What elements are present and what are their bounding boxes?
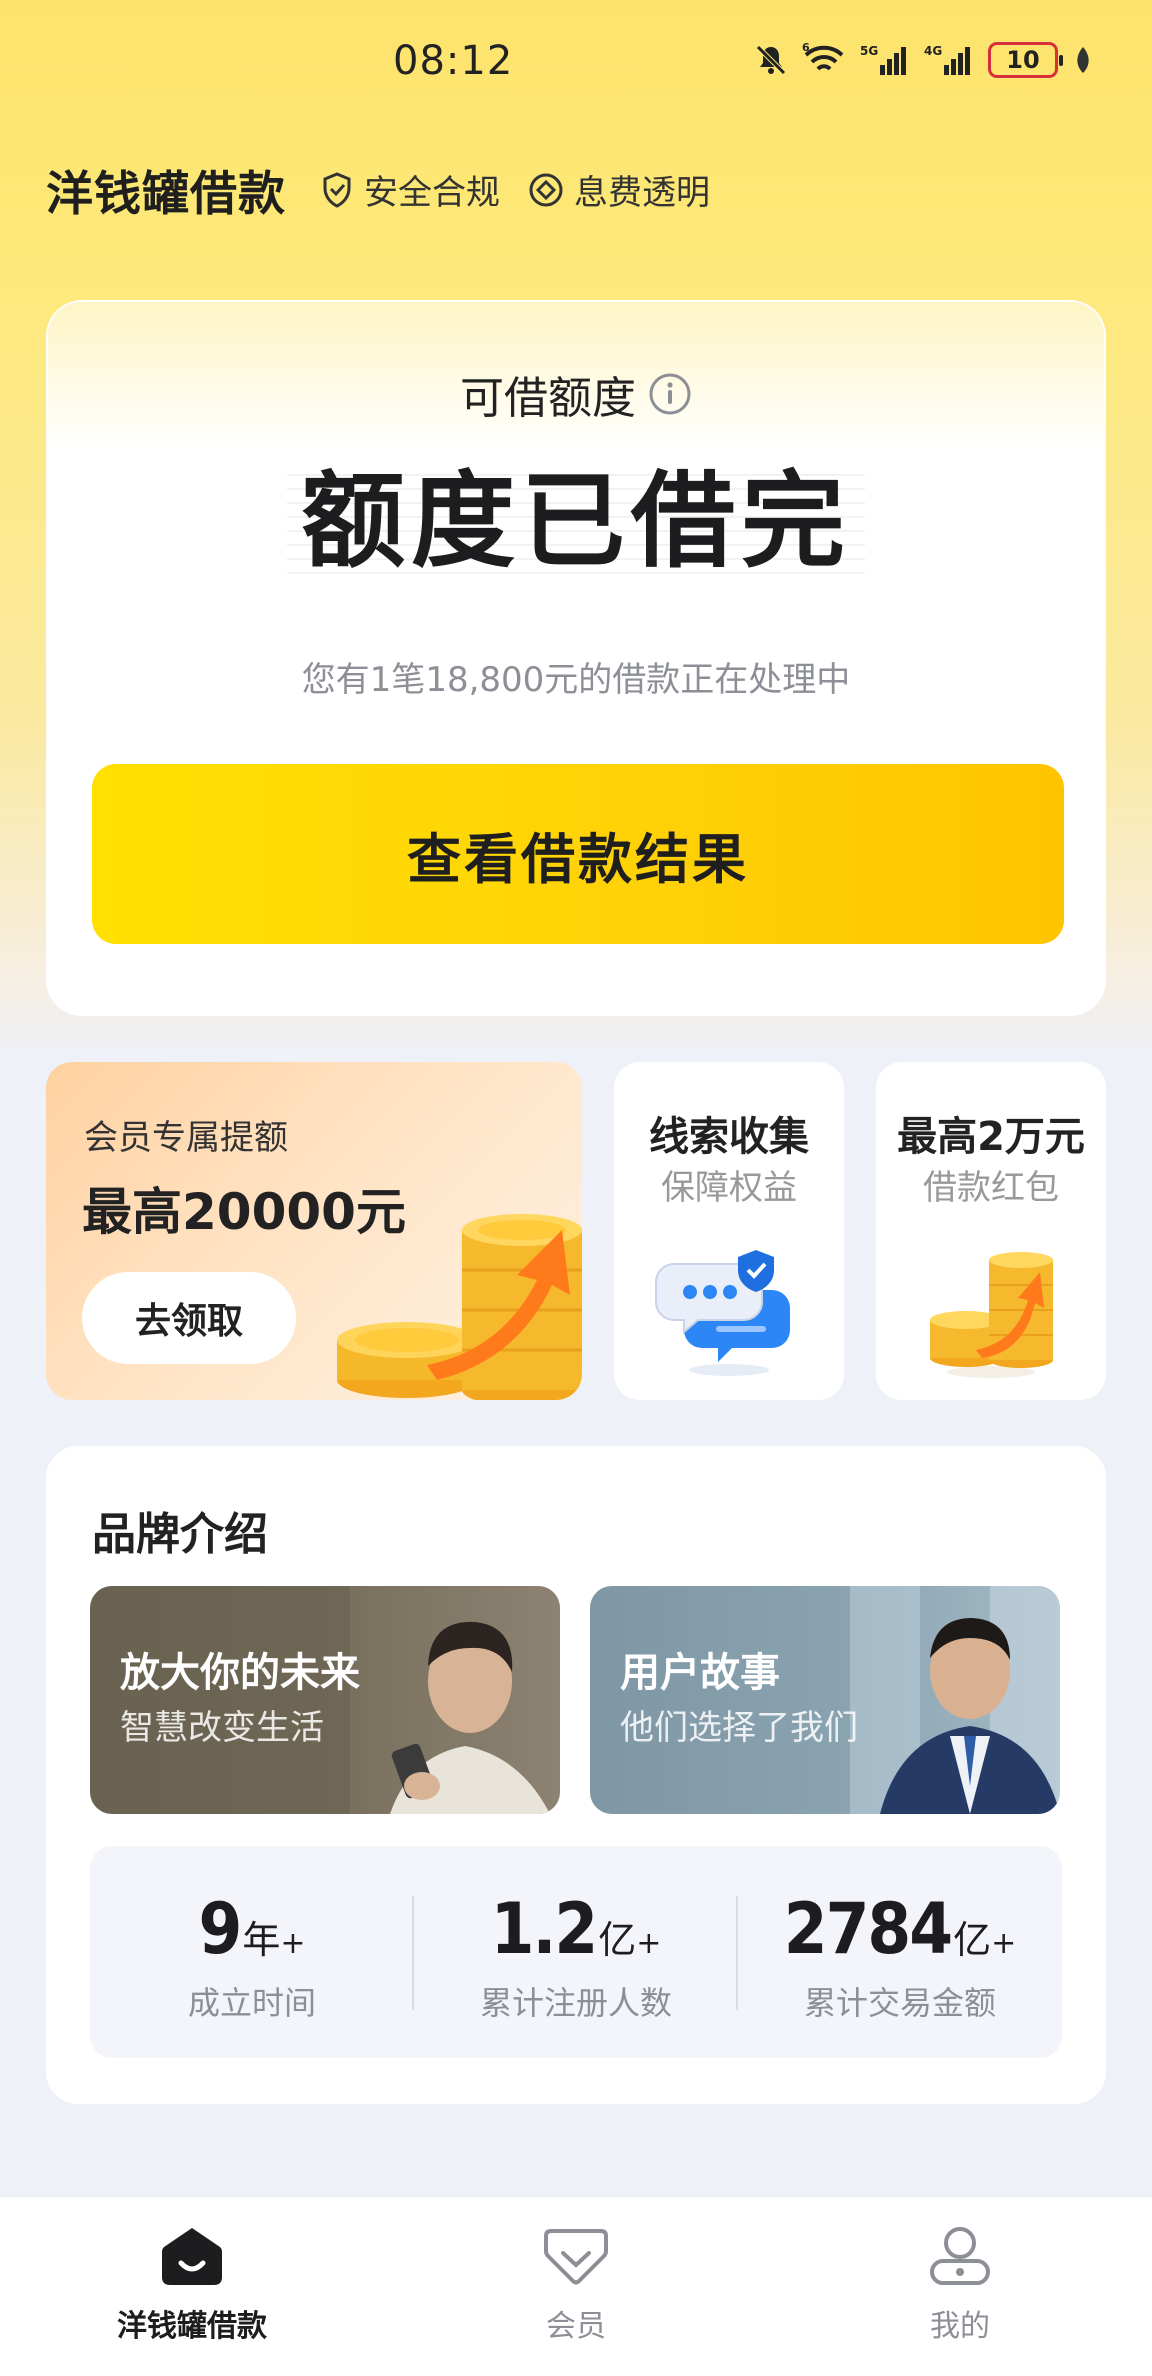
stat-number: 9 xyxy=(198,1888,243,1970)
svg-text:4G: 4G xyxy=(924,44,942,58)
brand-introduction: 品牌介绍 放大你的未来 智慧改变生活 用户故事 他们选择了我们 9 年 + 成立… xyxy=(46,1446,1106,2104)
credit-label-row: 可借额度 xyxy=(48,362,1104,426)
stat-plus: + xyxy=(991,1926,1017,1961)
section-title: 品牌介绍 xyxy=(92,1509,268,1560)
signal-5g-icon: 5G xyxy=(860,44,906,75)
profile-icon xyxy=(930,2227,990,2285)
nav-item-loan[interactable]: 洋钱罐借款 xyxy=(72,2225,312,2345)
mini-card-title: 线索收集 xyxy=(649,1114,809,1160)
mini-card-subtitle: 保障权益 xyxy=(661,1168,797,1208)
story-card-users[interactable]: 用户故事 他们选择了我们 xyxy=(590,1586,1060,1814)
businessman-image xyxy=(850,1586,1060,1814)
stat-plus: + xyxy=(636,1926,662,1961)
claim-button[interactable]: 去领取 xyxy=(82,1272,296,1364)
signal-4g-icon: 4G xyxy=(924,44,970,75)
promo-row: 会员专属提额 最高20000元 去领取 线索收集 保障权益 最高2万元 借款红包 xyxy=(46,1062,1106,1400)
mini-card-subtitle: 借款红包 xyxy=(923,1168,1059,1208)
nav-label: 我的 xyxy=(930,2309,990,2344)
credit-status-wrap: 额度已借完 xyxy=(48,462,1104,580)
info-icon[interactable] xyxy=(648,372,692,416)
coins-arrow-icon xyxy=(337,1214,582,1400)
status-icons: 6 5G 4G 10 xyxy=(754,42,1094,78)
nav-item-profile[interactable]: 我的 xyxy=(840,2225,1080,2345)
coins-icon xyxy=(930,1252,1053,1378)
svg-text:5G: 5G xyxy=(860,44,878,58)
red-packet-card[interactable]: 最高2万元 借款红包 xyxy=(876,1062,1106,1400)
nav-label: 会员 xyxy=(546,2309,606,2344)
tag-security-label: 安全合规 xyxy=(364,173,500,213)
stat-label: 累计注册人数 xyxy=(479,1984,672,2022)
battery-indicator: 10 xyxy=(988,42,1063,78)
stat-plus: + xyxy=(280,1926,306,1961)
credit-label: 可借额度 xyxy=(460,373,636,424)
clue-collection-card[interactable]: 线索收集 保障权益 xyxy=(614,1062,844,1400)
stat-unit: 年 xyxy=(242,1918,281,1962)
stat-founded: 9 年 + 成立时间 xyxy=(90,1888,414,2024)
stat-value: 2784 亿 + xyxy=(738,1888,1062,1970)
app-header: 洋钱罐借款 安全合规 息费透明 xyxy=(46,155,710,224)
diamond-icon xyxy=(529,173,563,206)
stat-unit: 亿 xyxy=(953,1918,992,1962)
mini-card-title: 最高2万元 xyxy=(897,1114,1085,1160)
member-limit-promo[interactable]: 会员专属提额 最高20000元 去领取 xyxy=(46,1062,582,1400)
stat-registered-users: 1.2 亿 + 累计注册人数 xyxy=(414,1888,738,2024)
stats-box: 9 年 + 成立时间 1.2 亿 + 累计注册人数 2784 亿 + 累计交易金… xyxy=(90,1846,1062,2058)
story-card-future[interactable]: 放大你的未来 智慧改变生活 xyxy=(90,1586,560,1814)
story-subtitle: 智慧改变生活 xyxy=(120,1708,324,1748)
member-icon xyxy=(544,2229,608,2285)
home-icon xyxy=(162,2228,222,2285)
mini-card-art xyxy=(876,1230,1106,1380)
credit-card: 可借额度 额度已借完 您有1笔18,800元的借款正在处理中 查看借款结果 xyxy=(46,300,1106,1016)
chat-shield-icon xyxy=(655,1250,790,1376)
credit-status: 额度已借完 xyxy=(286,462,865,580)
bell-mute-icon xyxy=(756,45,786,75)
story-title: 用户故事 xyxy=(620,1650,780,1696)
status-bar: 08:12 6 5G 4G 10 xyxy=(0,0,1152,130)
bottom-nav: 洋钱罐借款 会员 我的 xyxy=(0,2196,1152,2376)
stat-value: 1.2 亿 + xyxy=(414,1888,738,1970)
wifi-icon: 6 xyxy=(802,43,844,71)
tag-fee-label: 息费透明 xyxy=(574,173,710,213)
stat-value: 9 年 + xyxy=(90,1888,414,1970)
stat-unit: 亿 xyxy=(598,1918,637,1962)
man-with-phone-image xyxy=(350,1586,560,1814)
view-loan-result-button[interactable]: 查看借款结果 xyxy=(92,764,1064,944)
svg-text:6: 6 xyxy=(802,43,810,54)
story-title: 放大你的未来 xyxy=(120,1650,360,1696)
nav-item-member[interactable]: 会员 xyxy=(456,2225,696,2345)
loan-processing-note: 您有1笔18,800元的借款正在处理中 xyxy=(301,660,851,700)
status-time: 08:12 xyxy=(393,38,514,84)
stat-label: 成立时间 xyxy=(187,1984,316,2022)
story-subtitle: 他们选择了我们 xyxy=(620,1708,858,1748)
mini-card-art xyxy=(614,1230,844,1380)
promo-subtitle: 会员专属提额 xyxy=(84,1118,288,1158)
shield-check-icon xyxy=(323,171,351,208)
brand-title: 洋钱罐借款 xyxy=(46,167,286,222)
stat-transaction-volume: 2784 亿 + 累计交易金额 xyxy=(738,1888,1062,2024)
app-screen: 08:12 6 5G 4G 10 洋钱罐借款 安全合规 息费透明 可借额度 额度… xyxy=(0,0,1152,2376)
leaf-icon xyxy=(1077,47,1089,73)
stat-number: 2784 xyxy=(783,1888,953,1970)
stat-number: 1.2 xyxy=(490,1888,599,1970)
nav-label: 洋钱罐借款 xyxy=(117,2309,267,2344)
tag-security: 安全合规 xyxy=(320,165,500,214)
tag-transparent-fee: 息费透明 xyxy=(528,165,710,214)
stat-label: 累计交易金额 xyxy=(803,1984,996,2022)
